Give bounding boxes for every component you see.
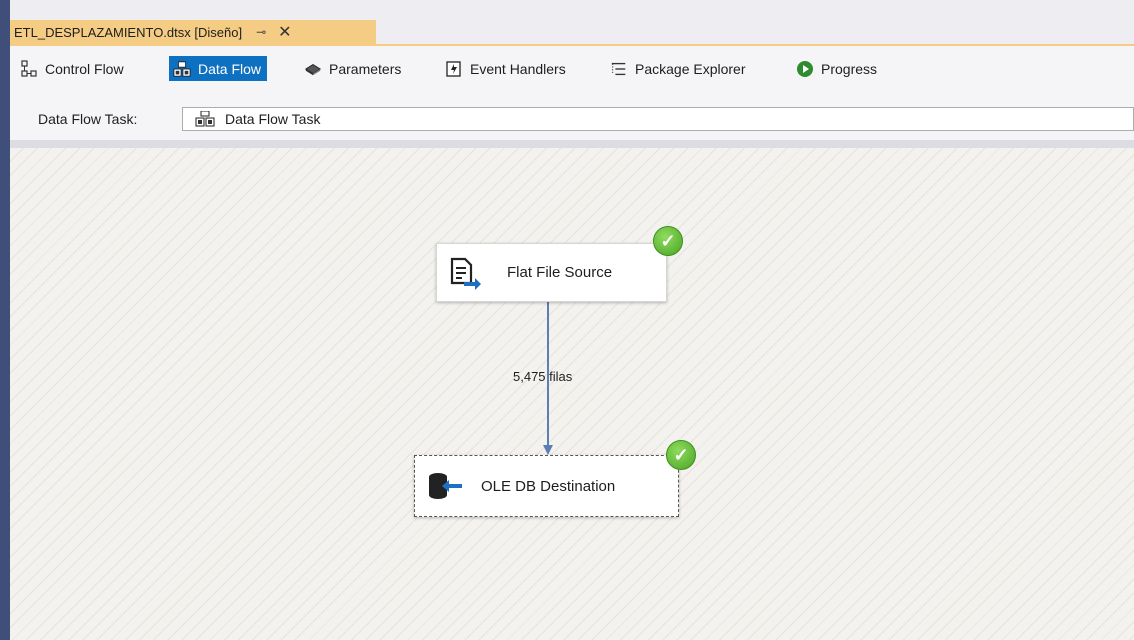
designer-tab-bar: Control Flow Data Flow Parameters Event … <box>10 46 1134 96</box>
tab-label: Control Flow <box>45 60 124 77</box>
component-label: Flat File Source <box>507 264 613 281</box>
success-check-icon: ✓ <box>666 440 696 470</box>
canvas-top-divider <box>10 140 1134 148</box>
event-handlers-icon <box>445 60 463 78</box>
component-label: OLE DB Destination <box>481 477 616 495</box>
design-canvas[interactable]: 5,475 filas Flat File Source ✓ OLE DB De… <box>10 148 1134 640</box>
data-flow-task-icon <box>195 111 215 127</box>
flat-file-source-component[interactable]: Flat File Source <box>436 243 667 302</box>
success-check-icon: ✓ <box>653 226 683 256</box>
tab-label: Parameters <box>329 60 402 77</box>
tab-label: Progress <box>821 60 878 77</box>
close-icon[interactable]: ✕ <box>278 22 291 42</box>
task-selector-value: Data Flow Task <box>225 111 321 127</box>
tab-label: Event Handlers <box>470 60 566 77</box>
tab-progress[interactable]: Progress <box>792 56 883 81</box>
ole-db-destination-component[interactable]: OLE DB Destination <box>414 455 679 517</box>
task-selector-dropdown[interactable]: Data Flow Task <box>182 107 1134 131</box>
data-flow-icon <box>173 60 191 78</box>
tab-data-flow[interactable]: Data Flow <box>169 56 268 81</box>
progress-icon <box>796 60 814 78</box>
document-tab-title: ETL_DESPLAZAMIENTO.dtsx [Diseño] <box>14 24 243 40</box>
tab-control-flow[interactable]: Control Flow <box>16 56 130 81</box>
pin-icon[interactable]: ⊸ <box>256 25 266 39</box>
window-left-border <box>0 0 10 640</box>
control-flow-icon <box>20 59 38 78</box>
tab-parameters[interactable]: Parameters <box>300 56 407 81</box>
data-path[interactable] <box>10 148 1134 640</box>
tab-event-handlers[interactable]: Event Handlers <box>441 56 572 81</box>
ole-db-destination-icon <box>415 471 475 501</box>
tab-package-explorer[interactable]: Package Explorer <box>606 56 752 81</box>
parameters-icon <box>304 60 322 78</box>
tab-label: Data Flow <box>198 60 262 77</box>
row-count-label: 5,475 filas <box>513 369 573 384</box>
task-selector-label: Data Flow Task: <box>38 111 138 127</box>
tab-label: Package Explorer <box>635 60 746 77</box>
flat-file-source-icon <box>437 256 493 290</box>
package-explorer-icon <box>610 60 628 78</box>
document-tab[interactable]: ETL_DESPLAZAMIENTO.dtsx [Diseño] ⊸ ✕ <box>10 20 376 44</box>
task-selector-row: Data Flow Task: Data Flow Task <box>10 96 1134 140</box>
